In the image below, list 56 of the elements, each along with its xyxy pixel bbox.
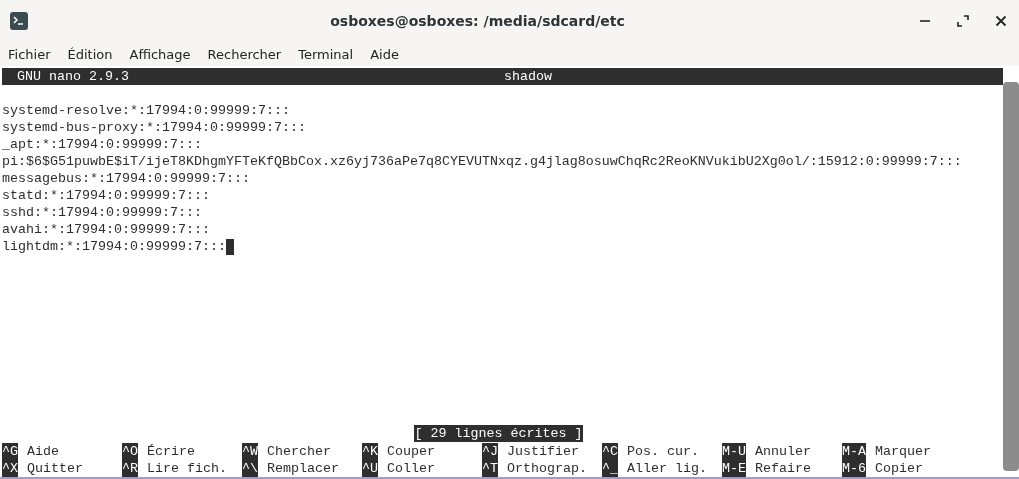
- shortcut-label: Écrire: [147, 443, 195, 460]
- shortcut-label: Aller lig.: [627, 460, 707, 477]
- text-line: sshd:*:17994:0:99999:7:::: [2, 204, 202, 221]
- shortcut-label: Refaire: [755, 460, 811, 477]
- close-icon[interactable]: [995, 15, 1007, 27]
- menu-item[interactable]: Affichage: [129, 46, 191, 62]
- shortcut-key: ^U: [362, 460, 378, 477]
- menu-item[interactable]: Édition: [67, 46, 113, 62]
- scrollbar-thumb[interactable]: [1003, 82, 1019, 471]
- shortcut-key: ^X: [2, 460, 18, 477]
- shortcut-label: Quitter: [27, 460, 83, 477]
- shortcut-key: M-A: [842, 443, 866, 460]
- shortcut-label: Lire fich.: [147, 460, 227, 477]
- shortcut-label: Pos. cur.: [627, 443, 699, 460]
- shortcut-label: Justifier: [507, 443, 579, 460]
- nano-version: GNU nano 2.9.3: [17, 69, 129, 84]
- shortcut-key: ^_: [602, 460, 618, 477]
- text-line: messagebus:*:17994:0:99999:7:::: [2, 170, 250, 187]
- file-name: shadow: [504, 69, 552, 84]
- shortcut-label: Annuler: [755, 443, 811, 460]
- menu-item[interactable]: Fichier: [8, 46, 51, 62]
- status-message: [ 29 lignes écrites ]: [413, 425, 584, 442]
- shortcut-key: M-E: [722, 460, 746, 477]
- shortcut-key: ^W: [242, 443, 258, 460]
- shortcut-label: Remplacer: [267, 460, 339, 477]
- menu-item[interactable]: Aide: [370, 46, 399, 62]
- text-line: systemd-resolve:*:17994:0:99999:7:::: [2, 102, 290, 119]
- shortcut-key: ^R: [122, 460, 138, 477]
- text-line: statd:*:17994:0:99999:7:::: [2, 187, 210, 204]
- menu-item[interactable]: Rechercher: [207, 46, 282, 62]
- text-line: lightdm:*:17994:0:99999:7:::: [2, 238, 226, 255]
- menu-item[interactable]: Terminal: [298, 46, 354, 62]
- shortcut-label: Couper: [387, 443, 435, 460]
- terminal-icon: [10, 12, 28, 30]
- shortcut-key: ^O: [122, 443, 138, 460]
- shortcut-label: Copier: [875, 460, 923, 477]
- shortcut-key: ^K: [362, 443, 378, 460]
- text-cursor: [225, 238, 234, 255]
- shortcut-key: ^J: [482, 443, 498, 460]
- text-line: systemd-bus-proxy:*:17994:0:99999:7:::: [2, 119, 306, 136]
- shortcut-key: ^\: [242, 460, 258, 477]
- shortcut-key: M-6: [842, 460, 866, 477]
- shortcut-label: Coller: [387, 460, 435, 477]
- text-line: pi:$6$G51puwbE$iT/ijeT8KDhgmYFTeKfQBbCox.xz6yj736aPe7q8CYEVUTNxqz.g4jlag8osuwChqRc2ReoKNVukibU2Xg0ol/:15912:0:99999:7:::: [2, 153, 962, 170]
- maximize-icon[interactable]: [957, 15, 969, 27]
- shortcut-label: Chercher: [267, 443, 331, 460]
- shortcut-key: ^C: [602, 443, 618, 460]
- shortcut-label: Aide: [27, 443, 59, 460]
- window-title: osboxes@osboxes: /media/sdcard/etc: [329, 13, 626, 29]
- text-line: avahi:*:17994:0:99999:7:::: [2, 221, 210, 238]
- shortcut-key: ^G: [2, 443, 18, 460]
- shortcut-key: ^T: [482, 460, 498, 477]
- shortcut-label: Marquer: [875, 443, 931, 460]
- text-line: _apt:*:17994:0:99999:7:::: [2, 136, 202, 153]
- shortcut-key: M-U: [722, 443, 746, 460]
- shortcut-label: Orthograp.: [507, 460, 587, 477]
